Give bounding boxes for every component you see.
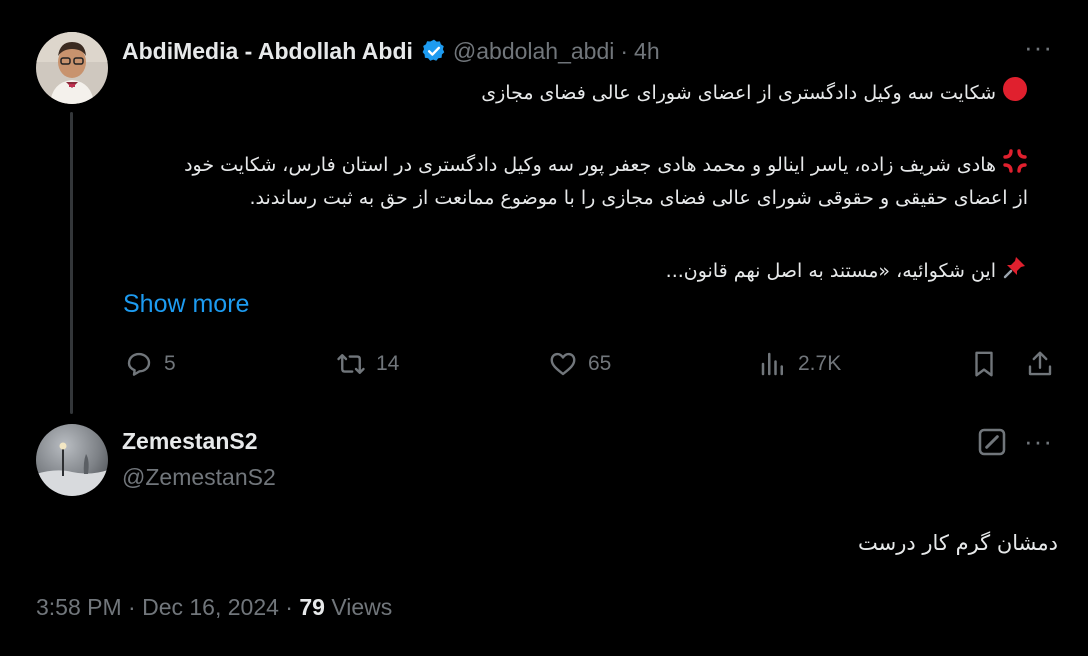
- tweet-text-line-1: شکایت سه وکیل دادگستری از اعضای شورای عا…: [128, 76, 1028, 111]
- red-circle-emoji: [1002, 76, 1028, 111]
- reply-more-dots-icon[interactable]: ···: [1024, 428, 1053, 454]
- reply-timestamp[interactable]: 3:58 PM · Dec 16, 2024 ·: [36, 594, 299, 620]
- more-dots-icon[interactable]: ···: [1024, 34, 1053, 60]
- verified-badge-icon: [421, 38, 447, 64]
- anger-symbol-emoji: [1002, 148, 1028, 183]
- show-more-link[interactable]: Show more: [123, 290, 249, 319]
- author-handle[interactable]: @abdolah_abdi: [453, 38, 614, 65]
- author-avatar[interactable]: [36, 32, 108, 104]
- reply-display-name[interactable]: ZemestanS2: [122, 428, 258, 455]
- separator-dot: ·: [620, 37, 629, 64]
- reply-meta: 3:58 PM · Dec 16, 2024 · 79 Views: [36, 594, 392, 621]
- tweet-time[interactable]: 4h: [634, 38, 660, 65]
- reply-count: 5: [164, 352, 176, 375]
- reply-text: دمشان گرم کار درست: [857, 531, 1058, 555]
- views-count: 2.7K: [798, 352, 842, 375]
- views-button[interactable]: 2.7K: [758, 346, 841, 382]
- tweet-header: AbdiMedia - Abdollah Abdi @abdolah_abdi …: [122, 36, 660, 66]
- share-icon: [1028, 351, 1052, 376]
- retweet-button[interactable]: 14: [336, 346, 399, 382]
- tweet-paragraph-2-line-1: هادی شریف زاده، یاسر اینالو و محمد هادی …: [184, 154, 996, 176]
- pushpin-emoji: [1002, 254, 1028, 289]
- bookmark-icon: [975, 351, 993, 377]
- edit-button[interactable]: [974, 424, 1010, 460]
- bookmark-button[interactable]: [966, 346, 1002, 382]
- tweet-paragraph-3-text: این شکوائیه، «مستند به اصل نهم قانون...: [665, 260, 996, 282]
- views-chart-icon: [761, 352, 783, 376]
- reply-handle[interactable]: @ZemestanS2: [122, 464, 276, 491]
- retweet-icon: [337, 354, 365, 374]
- reply-views-label: Views: [324, 594, 393, 620]
- tweet-paragraph-2-line-2: از اعضای حقیقی و حقوقی شورای عالی فضای م…: [249, 187, 1028, 209]
- reply-view-count: 79: [299, 594, 325, 620]
- reply-button[interactable]: 5: [124, 346, 176, 382]
- tweet-headline: شکایت سه وکیل دادگستری از اعضای شورای عا…: [481, 82, 996, 104]
- like-count: 65: [588, 352, 612, 375]
- edit-icon: [978, 428, 1006, 456]
- like-button[interactable]: 65: [548, 346, 611, 382]
- retweet-count: 14: [376, 352, 400, 375]
- tweet-text-paragraph-3: این شکوائیه، «مستند به اصل نهم قانون...: [128, 254, 1028, 289]
- share-button[interactable]: [1022, 346, 1058, 382]
- thread-connector-line: [70, 112, 73, 414]
- tweet-text-paragraph-2: هادی شریف زاده، یاسر اینالو و محمد هادی …: [88, 148, 1028, 213]
- author-display-name[interactable]: AbdiMedia - Abdollah Abdi: [122, 38, 413, 65]
- reply-icon: [127, 352, 151, 376]
- reply-author-avatar[interactable]: [36, 424, 108, 496]
- heart-icon: [550, 352, 576, 376]
